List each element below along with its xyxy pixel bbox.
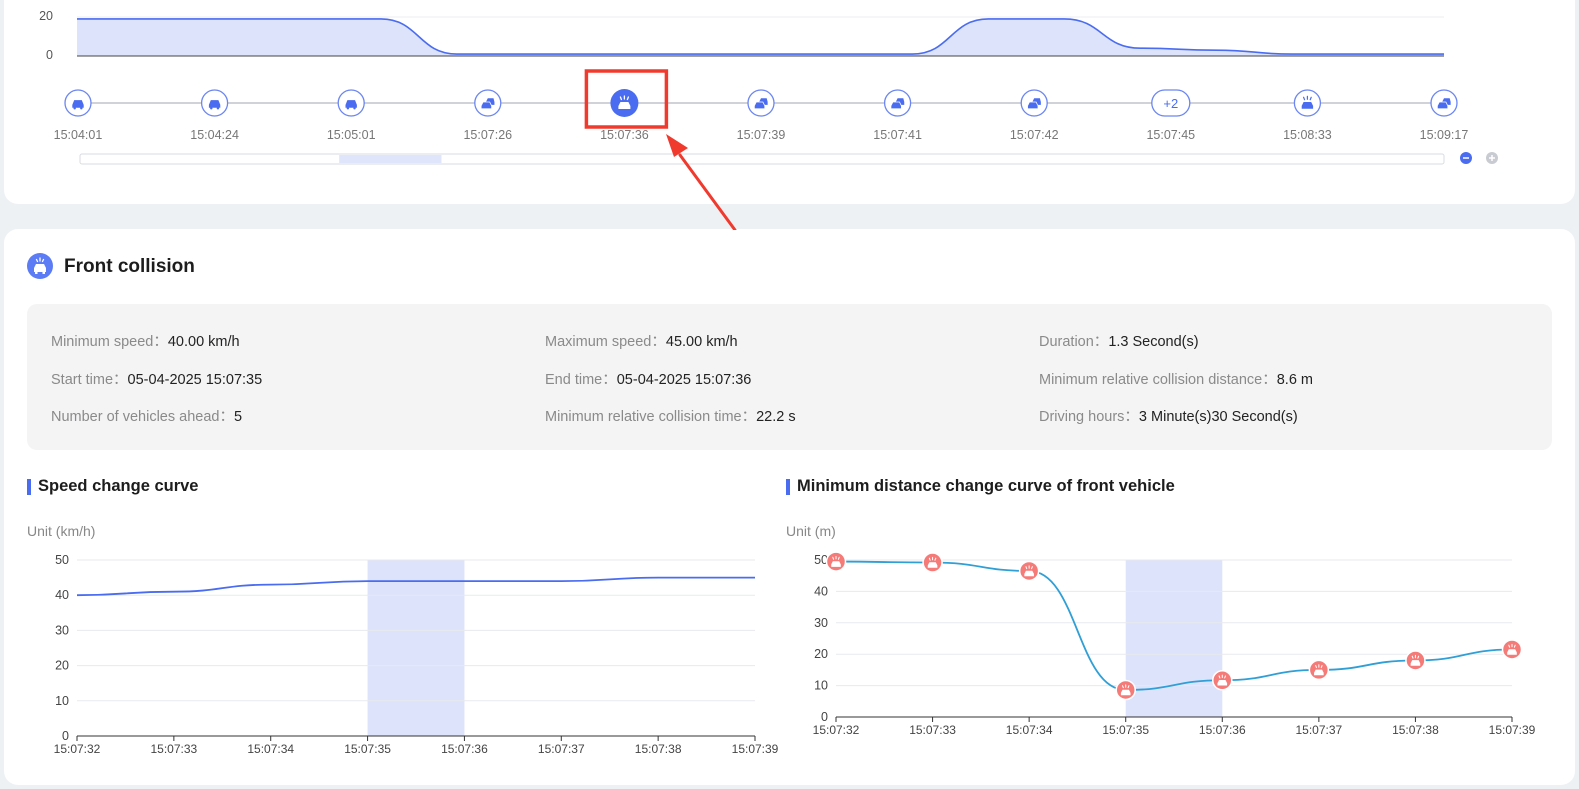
- timeline-event[interactable]: 15:08:33: [1283, 89, 1332, 142]
- event-title: Front collision: [64, 256, 195, 277]
- car-front: [480, 101, 492, 110]
- event-details-panel: Minimum speed：40.00 km/h Maximum speed：4…: [27, 304, 1552, 450]
- event-time-label: 15:07:26: [463, 128, 512, 142]
- collision-alarm-icon: [1301, 95, 1314, 109]
- timeline-event[interactable]: 15:07:36: [584, 69, 669, 142]
- annotation-arrow: [666, 134, 737, 230]
- event-time-label: 15:08:33: [1283, 128, 1332, 142]
- arrow-shaft: [678, 153, 737, 230]
- car-front: [1027, 101, 1039, 110]
- car-body: [208, 100, 221, 108]
- timeline-event[interactable]: 15:07:39: [737, 89, 786, 142]
- car-front: [1436, 101, 1449, 110]
- scrollbar-thumb[interactable]: [339, 155, 442, 163]
- timeline-event[interactable]: 15:07:26: [463, 89, 512, 142]
- group-badge-label: +2: [1163, 96, 1178, 111]
- car-wheel: [216, 106, 220, 110]
- timeline-event[interactable]: 15:07:42: [1010, 89, 1059, 142]
- event-time-label: 15:05:01: [327, 128, 376, 142]
- distance-chart-unit: Unit (m): [786, 523, 836, 539]
- event-time-label: 15:07:41: [873, 128, 922, 142]
- car-body: [345, 100, 357, 108]
- speed-chart-unit: Unit (km/h): [27, 523, 96, 539]
- car-body: [618, 102, 631, 109]
- zoom-out-icon[interactable]: [1460, 152, 1472, 164]
- detail-vehicles-ahead: Number of vehicles ahead：5: [51, 409, 243, 425]
- distance-chart-title: Minimum distance change curve of front v…: [786, 477, 1175, 496]
- event-timeline: 20 0 15:04:01 15:04:24 15:05:01 15:07:26 15:07…: [39, 9, 1498, 230]
- car-wheel: [73, 106, 76, 110]
- event-time-label: 15:07:42: [1010, 128, 1059, 142]
- collision-alarm-icon: [618, 95, 631, 109]
- car-front: [890, 101, 902, 110]
- detail-driving-hours: Driving hours：3 Minute(s)30 Second(s): [1039, 409, 1298, 425]
- car-front: [753, 101, 766, 110]
- zoom-in-icon[interactable]: [1486, 152, 1498, 164]
- detail-end-time: End time：05-04-2025 15:07:36: [545, 372, 752, 388]
- timeline-event[interactable]: 15:09:17: [1420, 89, 1469, 142]
- car-wheel: [346, 106, 350, 110]
- y-tick-label: 20: [39, 9, 53, 23]
- timeline-event[interactable]: 15:04:24: [190, 89, 239, 142]
- car-wheel: [210, 106, 213, 110]
- speed-chart-title: Speed change curve: [27, 477, 198, 496]
- detail-min-collision-time: Minimum relative collision time：22.2 s: [545, 409, 796, 425]
- car-wheel: [80, 106, 83, 110]
- event-time-label: 15:07:39: [737, 128, 786, 142]
- timeline-event[interactable]: 15:05:01: [327, 89, 376, 142]
- timeline-event[interactable]: 15:04:01: [54, 89, 103, 142]
- event-time-label: 15:07:45: [1146, 128, 1195, 142]
- timeline-event[interactable]: +2 15:07:45: [1146, 89, 1195, 142]
- detail-min-speed: Minimum speed：40.00 km/h: [51, 334, 240, 350]
- detail-duration: Duration：1.3 Second(s): [1039, 334, 1199, 350]
- car-wheel: [353, 106, 356, 110]
- event-time-label: 15:04:01: [54, 128, 103, 142]
- y-tick-label: 0: [46, 48, 53, 62]
- timeline-event[interactable]: 15:07:41: [873, 89, 922, 142]
- collision-alarm-icon: [27, 253, 53, 279]
- event-time-label: 15:04:24: [190, 128, 239, 142]
- detail-min-collision-distance: Minimum relative collision distance：8.6 …: [1039, 372, 1313, 388]
- detail-max-speed: Maximum speed：45.00 km/h: [545, 334, 738, 350]
- event-time-label: 15:07:36: [600, 128, 649, 142]
- detail-start-time: Start time：05-04-2025 15:07:35: [51, 372, 263, 388]
- timeline-scrollbar[interactable]: [79, 153, 1445, 165]
- car-body: [72, 100, 84, 108]
- event-time-label: 15:09:17: [1420, 128, 1469, 142]
- car-body: [1301, 102, 1314, 109]
